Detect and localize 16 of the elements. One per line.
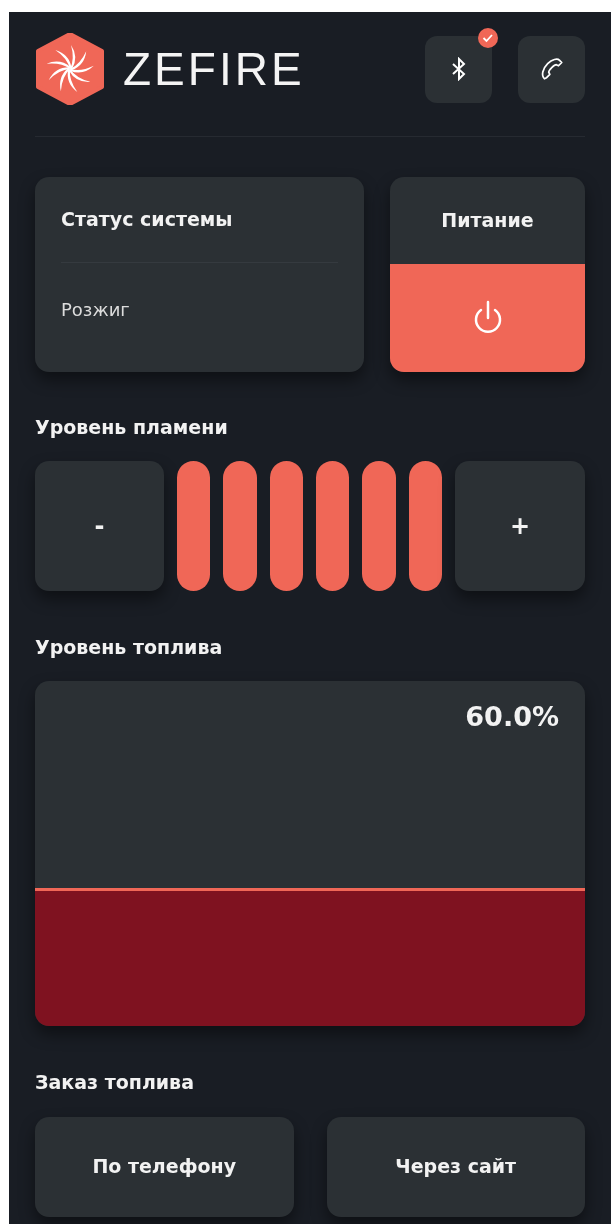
status-value: Розжиг bbox=[61, 298, 131, 322]
power-title: Питание bbox=[440, 208, 535, 234]
phone-button[interactable] bbox=[518, 35, 585, 103]
order-button[interactable]: По телефону bbox=[35, 1116, 294, 1217]
decrease-button[interactable]: - bbox=[35, 460, 164, 591]
logo-icon bbox=[35, 33, 105, 105]
fuel-reading: 60.0% bbox=[465, 700, 559, 734]
flame-label: Уровень пламени bbox=[35, 415, 229, 440]
order-label: Заказ топлива bbox=[35, 1070, 195, 1095]
bluetooth-icon bbox=[450, 57, 467, 81]
fuel-label: Уровень топлива bbox=[35, 634, 224, 660]
order-button[interactable]: Через сайт bbox=[326, 1116, 585, 1217]
status-title: Статус системы bbox=[61, 177, 338, 263]
logo-text: ZEFIRE bbox=[123, 41, 305, 97]
bluetooth-button[interactable] bbox=[425, 35, 492, 103]
increase-button[interactable]: + bbox=[455, 460, 585, 591]
